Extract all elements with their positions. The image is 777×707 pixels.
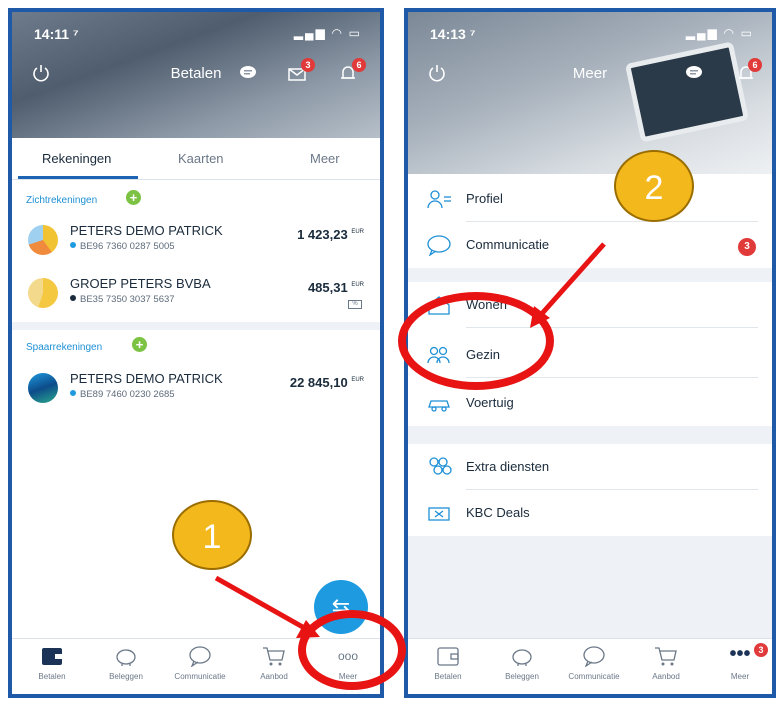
annotation-arrows: [214, 242, 606, 638]
arrow-to-gezin: [536, 242, 606, 320]
arrow-to-meer: [214, 575, 310, 633]
